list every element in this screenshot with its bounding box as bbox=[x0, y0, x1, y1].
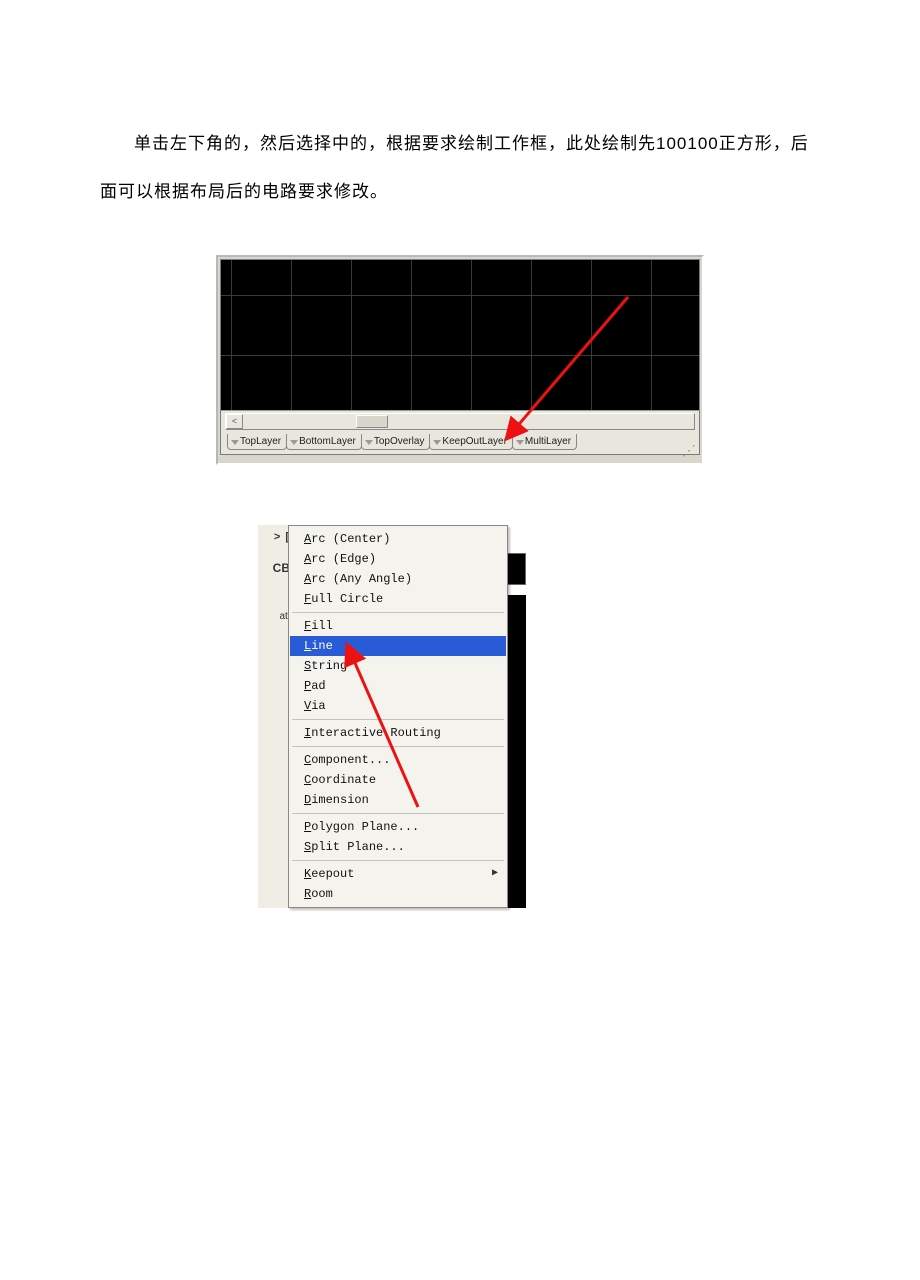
horizontal-scrollbar[interactable]: < bbox=[225, 413, 695, 430]
dark-bg-fragment bbox=[506, 553, 526, 585]
context-menu: Arc (Center)Arc (Edge)Arc (Any Angle)Ful… bbox=[288, 525, 508, 908]
menu-item-arc-center[interactable]: Arc (Center) bbox=[290, 529, 506, 549]
menu-item-coordinate[interactable]: Coordinate bbox=[290, 770, 506, 790]
layer-tab-toplayer[interactable]: TopLayer bbox=[227, 434, 287, 450]
menu-item-room[interactable]: Room bbox=[290, 884, 506, 904]
menu-item-polygon-plane[interactable]: Polygon Plane... bbox=[290, 817, 506, 837]
menu-item-pad[interactable]: Pad bbox=[290, 676, 506, 696]
instruction-paragraph: 单击左下角的，然后选择中的，根据要求绘制工作框，此处绘制先100100正方形，后… bbox=[100, 120, 820, 215]
layer-tabs-screenshot: < TopLayer BottomLayer TopOverlay KeepOu… bbox=[216, 255, 704, 465]
menu-item-full-circle[interactable]: Full Circle bbox=[290, 589, 506, 609]
layer-tab-topoverlay[interactable]: TopOverlay bbox=[361, 434, 431, 450]
menu-item-keepout[interactable]: Keepout bbox=[290, 864, 506, 884]
menu-item-component[interactable]: Component... bbox=[290, 750, 506, 770]
menu-separator bbox=[292, 813, 504, 814]
menu-item-line[interactable]: Line bbox=[290, 636, 506, 656]
menu-item-arc-any-angle[interactable]: Arc (Any Angle) bbox=[290, 569, 506, 589]
layer-tab-bottomlayer[interactable]: BottomLayer bbox=[286, 434, 362, 450]
layer-tab-multilayer[interactable]: MultiLayer bbox=[512, 434, 577, 450]
menu-separator bbox=[292, 860, 504, 861]
resize-grip-icon: ⋰ bbox=[682, 443, 696, 457]
menu-separator bbox=[292, 612, 504, 613]
menu-separator bbox=[292, 719, 504, 720]
menu-item-arc-edge[interactable]: Arc (Edge) bbox=[290, 549, 506, 569]
menu-item-split-plane[interactable]: Split Plane... bbox=[290, 837, 506, 857]
dark-bg-fragment-2 bbox=[508, 595, 526, 908]
place-menu-screenshot: > [ CB ati Arc (Center)Arc (Edge)Arc (An… bbox=[288, 525, 508, 908]
scroll-thumb[interactable] bbox=[356, 415, 388, 428]
menu-separator bbox=[292, 746, 504, 747]
scroll-left-arrow[interactable]: < bbox=[226, 414, 243, 429]
menu-item-fill[interactable]: Fill bbox=[290, 616, 506, 636]
layer-tab-keepoutlayer[interactable]: KeepOutLayer bbox=[429, 434, 513, 450]
pcb-grid-area bbox=[221, 260, 699, 411]
menu-item-via[interactable]: Via bbox=[290, 696, 506, 716]
menu-item-dimension[interactable]: Dimension bbox=[290, 790, 506, 810]
menu-item-interactive-routing[interactable]: Interactive Routing bbox=[290, 723, 506, 743]
menu-item-string[interactable]: String bbox=[290, 656, 506, 676]
layer-tab-bar: TopLayer BottomLayer TopOverlay KeepOutL… bbox=[221, 432, 699, 450]
